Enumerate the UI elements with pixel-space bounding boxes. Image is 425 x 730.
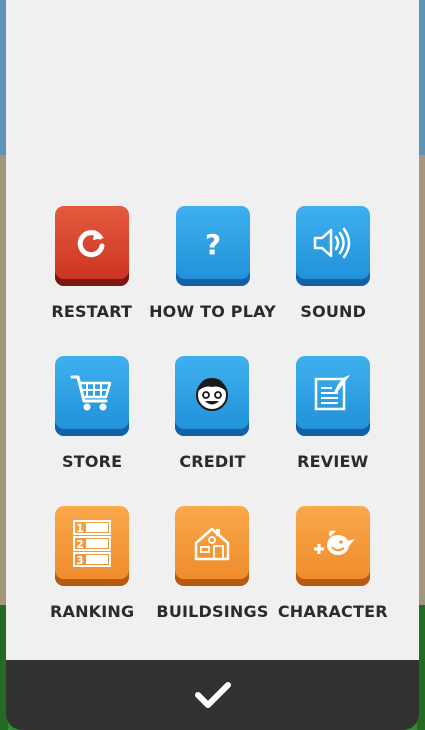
how-to-play-button[interactable]: ? HOW TO PLAY xyxy=(149,206,276,356)
how-to-play-label: HOW TO PLAY xyxy=(149,302,276,321)
sound-label: SOUND xyxy=(300,302,367,321)
credit-label: CREDIT xyxy=(179,452,246,471)
house-icon xyxy=(195,527,230,561)
checkmark-icon[interactable] xyxy=(194,681,231,709)
review-label: REVIEW xyxy=(297,452,369,471)
character-tile[interactable] xyxy=(295,506,370,586)
ranking-number: 1 xyxy=(76,522,84,535)
menu-row: RESTART ? HOW TO PLAY SOUND xyxy=(6,206,419,356)
character-label: CHARACTER xyxy=(277,602,388,621)
menu-row: STORE CREDIT REVIEW xyxy=(6,356,419,506)
credit-tile[interactable] xyxy=(175,356,250,436)
sound-tile[interactable] xyxy=(296,206,371,286)
credit-button[interactable]: CREDIT xyxy=(152,356,272,506)
buildings-tile[interactable] xyxy=(175,506,250,586)
store-button[interactable]: STORE xyxy=(32,356,152,506)
buildings-label: BUILDSINGS xyxy=(156,602,269,621)
store-label: STORE xyxy=(62,452,123,471)
ranking-button[interactable]: 1 2 3 RANKING xyxy=(32,506,152,656)
ranking-number: 2 xyxy=(76,538,84,551)
menu-grid: RESTART ? HOW TO PLAY SOUND STORE CREDIT… xyxy=(6,206,419,656)
speaker-icon xyxy=(314,227,351,259)
ranking-label: RANKING xyxy=(49,602,135,621)
restart-tile[interactable] xyxy=(54,206,129,286)
confirm-bar[interactable] xyxy=(6,660,419,730)
character-button[interactable]: CHARACTER xyxy=(273,506,393,656)
review-tile[interactable] xyxy=(295,356,370,436)
store-tile[interactable] xyxy=(55,356,130,436)
document-quill-icon xyxy=(314,375,350,411)
sound-button[interactable]: SOUND xyxy=(274,206,394,356)
restart-button[interactable]: RESTART xyxy=(32,206,152,356)
how-to-play-tile[interactable]: ? xyxy=(175,206,250,286)
face-icon xyxy=(196,378,229,411)
ranking-list-icon: 1 2 3 xyxy=(73,520,112,567)
pause-menu-panel: RESTART ? HOW TO PLAY SOUND STORE CREDIT… xyxy=(6,0,419,660)
ranking-tile[interactable]: 1 2 3 xyxy=(55,506,130,586)
ranking-number: 3 xyxy=(76,554,84,567)
cart-icon xyxy=(70,375,112,411)
svg-text:?: ? xyxy=(204,228,220,260)
question-icon: ? xyxy=(204,228,220,260)
restart-label: RESTART xyxy=(51,302,133,321)
review-button[interactable]: REVIEW xyxy=(273,356,393,506)
buildings-button[interactable]: BUILDSINGS xyxy=(152,506,272,656)
menu-row: 1 2 3 RANKING BUILDSINGS CHARACTER xyxy=(6,506,419,656)
restart-icon xyxy=(77,230,105,258)
add-bird-icon xyxy=(313,530,355,555)
